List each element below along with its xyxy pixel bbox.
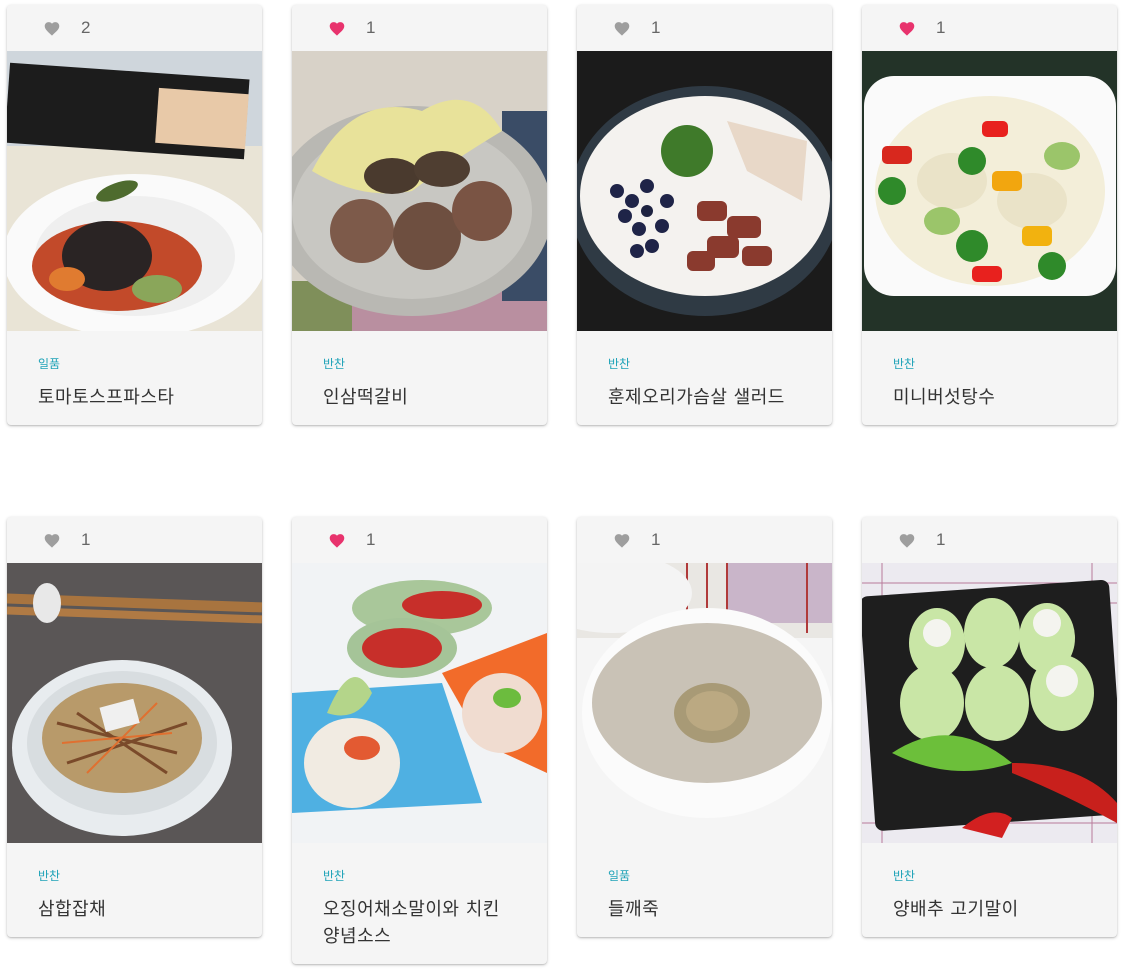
card-like-bar: 1 — [577, 5, 832, 51]
recipe-category: 반찬 — [38, 869, 61, 883]
card-like-bar: 1 — [292, 517, 547, 563]
recipe-title[interactable]: 들깨죽 — [608, 896, 802, 923]
recipe-title[interactable]: 토마토스프파스타 — [38, 384, 232, 411]
recipe-title[interactable]: 인삼떡갈비 — [323, 384, 517, 411]
card-like-bar: 1 — [862, 517, 1117, 563]
recipe-photo[interactable] — [7, 563, 262, 843]
recipe-category: 일품 — [38, 357, 61, 371]
recipe-card[interactable]: 1 일품 들깨죽 — [577, 517, 832, 937]
heart-icon[interactable] — [328, 20, 346, 36]
recipe-card[interactable]: 1 반찬 오징어채소말이와 치킨 양념소스 — [292, 517, 547, 964]
heart-icon[interactable] — [43, 20, 61, 36]
recipe-card[interactable]: 1 반찬 인삼떡갈비 — [292, 5, 547, 425]
recipe-title[interactable]: 오징어채소말이와 치킨 양념소스 — [323, 896, 517, 950]
recipe-title[interactable]: 양배추 고기말이 — [893, 896, 1087, 923]
like-count: 1 — [936, 530, 946, 549]
card-like-bar: 1 — [862, 5, 1117, 51]
recipe-grid: 2 일품 토마토스프파스타 1 반찬 인삼떡갈비 1 반찬 훈제오리가슴살 샐러… — [0, 0, 1122, 972]
recipe-photo[interactable] — [577, 563, 832, 843]
like-count: 1 — [936, 18, 946, 37]
recipe-photo[interactable] — [577, 51, 832, 331]
card-like-bar: 1 — [577, 517, 832, 563]
recipe-category: 반찬 — [323, 869, 346, 883]
recipe-category: 일품 — [608, 869, 631, 883]
recipe-photo[interactable] — [292, 563, 547, 843]
recipe-category: 반찬 — [323, 357, 346, 371]
recipe-photo[interactable] — [292, 51, 547, 331]
recipe-card[interactable]: 1 반찬 미니버섯탕수 — [862, 5, 1117, 425]
like-count: 1 — [651, 18, 661, 37]
heart-icon[interactable] — [898, 20, 916, 36]
recipe-card[interactable]: 1 — [577, 5, 832, 425]
heart-icon[interactable] — [613, 20, 631, 36]
recipe-category: 반찬 — [608, 357, 631, 371]
card-like-bar: 2 — [7, 5, 262, 51]
recipe-photo[interactable] — [7, 51, 262, 331]
recipe-photo[interactable] — [862, 51, 1117, 331]
heart-icon[interactable] — [43, 532, 61, 548]
recipe-photo[interactable] — [862, 563, 1117, 843]
like-count: 2 — [81, 18, 91, 37]
heart-icon[interactable] — [613, 532, 631, 548]
like-count: 1 — [366, 18, 376, 37]
recipe-card[interactable]: 1 — [862, 517, 1117, 937]
recipe-title[interactable]: 미니버섯탕수 — [893, 384, 1087, 411]
recipe-card[interactable]: 1 — [7, 517, 262, 937]
heart-icon[interactable] — [898, 532, 916, 548]
recipe-card[interactable]: 2 일품 토마토스프파스타 — [7, 5, 262, 425]
recipe-title[interactable]: 삼합잡채 — [38, 896, 232, 923]
like-count: 1 — [651, 530, 661, 549]
card-like-bar: 1 — [7, 517, 262, 563]
recipe-title[interactable]: 훈제오리가슴살 샐러드 — [608, 384, 802, 411]
recipe-category: 반찬 — [893, 869, 916, 883]
like-count: 1 — [81, 530, 91, 549]
card-like-bar: 1 — [292, 5, 547, 51]
recipe-category: 반찬 — [893, 357, 916, 371]
like-count: 1 — [366, 530, 376, 549]
heart-icon[interactable] — [328, 532, 346, 548]
